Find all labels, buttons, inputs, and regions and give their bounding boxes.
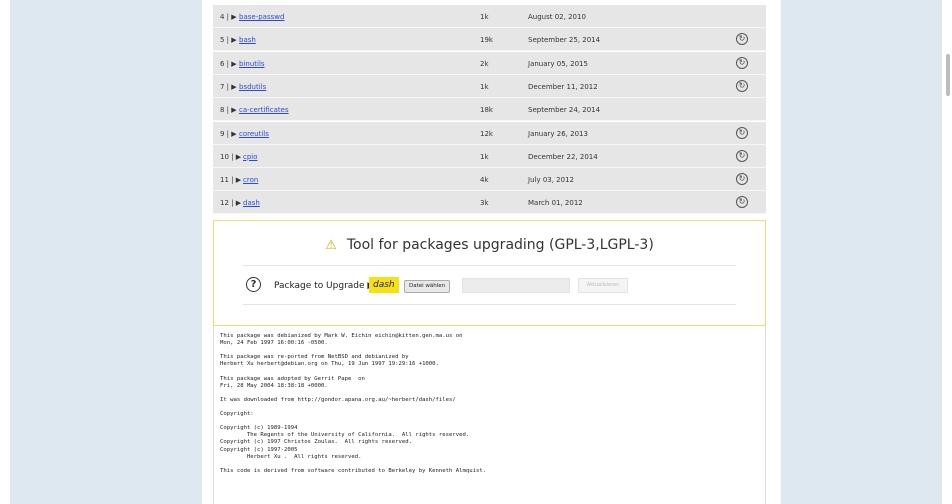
refresh-icon[interactable]: ↻ xyxy=(736,56,748,69)
package-link[interactable]: dash xyxy=(243,199,260,207)
refresh-icon[interactable]: ↻ xyxy=(736,33,748,46)
divider xyxy=(243,304,736,305)
upgrade-submit-button[interactable]: Aktualisieren xyxy=(578,278,628,293)
license-text: This package was debianized by Mark W. E… xyxy=(220,333,487,474)
package-row: 5 | ▶ bash 19k September 25, 2014 ↻ xyxy=(213,28,766,52)
package-date: September 24, 2014 xyxy=(528,106,601,115)
package-size: 19k xyxy=(480,36,493,45)
help-icon[interactable]: ? xyxy=(246,277,261,292)
package-date: January 05, 2015 xyxy=(528,59,588,68)
refresh-icon[interactable]: ↻ xyxy=(736,79,748,92)
selected-package-badge: dash xyxy=(369,277,399,293)
license-text-panel: This package was debianized by Mark W. E… xyxy=(213,326,766,504)
row-number: 10 | ▶ xyxy=(220,152,242,161)
package-link[interactable]: bsdutils xyxy=(239,83,266,91)
package-link[interactable]: ca-certificates xyxy=(239,106,289,114)
refresh-icon[interactable]: ↻ xyxy=(736,196,748,209)
package-to-upgrade-label: Package to Upgrade ▶ xyxy=(274,281,375,291)
package-size: 1k xyxy=(480,13,489,21)
tool-title-text: Tool for packages upgrading (GPL-3,LGPL-… xyxy=(346,237,654,253)
package-row: 7 | ▶ bsdutils 1k December 11, 2012 ↻ xyxy=(213,74,766,98)
package-date: July 03, 2012 xyxy=(528,176,574,185)
package-link[interactable]: coreutils xyxy=(239,130,269,138)
package-link[interactable]: binutils xyxy=(239,60,265,68)
row-number: 9 | ▶ xyxy=(220,129,237,138)
package-row: 4 | ▶ base-passwd 1k August 02, 2010 xyxy=(213,5,766,28)
package-row: 11 | ▶ cron 4k July 03, 2012 ↻ xyxy=(213,168,766,192)
right-side-panel xyxy=(781,0,942,504)
package-date: December 11, 2012 xyxy=(528,82,598,91)
package-date: September 25, 2014 xyxy=(528,36,601,45)
upgrade-tool-panel: ⚠ Tool for packages upgrading (GPL-3,LGPL… xyxy=(213,220,766,326)
package-date: December 22, 2014 xyxy=(528,152,598,161)
file-name-field[interactable] xyxy=(462,278,570,293)
package-size: 3k xyxy=(480,199,489,208)
package-row: 9 | ▶ coreutils 12k January 26, 2013 ↻ xyxy=(213,121,766,145)
package-size: 12k xyxy=(480,129,493,138)
package-size: 18k xyxy=(480,106,493,115)
row-number: 11 | ▶ xyxy=(220,176,242,185)
package-link[interactable]: bash xyxy=(239,36,256,44)
package-row: 12 | ▶ dash 3k March 01, 2012 ↻ xyxy=(213,191,766,215)
package-row: 6 | ▶ binutils 2k January 05, 2015 ↻ xyxy=(213,51,766,75)
refresh-icon[interactable]: ↻ xyxy=(736,173,748,186)
row-number: 6 | ▶ xyxy=(220,59,237,68)
row-number: 4 | ▶ xyxy=(220,13,237,21)
package-size: 2k xyxy=(480,59,489,68)
package-date: August 02, 2010 xyxy=(528,13,586,21)
row-number: 12 | ▶ xyxy=(220,199,242,208)
package-size: 1k xyxy=(480,152,489,161)
left-side-panel xyxy=(10,0,202,504)
package-date: March 01, 2012 xyxy=(528,199,583,208)
tool-title: ⚠ Tool for packages upgrading (GPL-3,LGPL… xyxy=(214,237,765,253)
package-row: 10 | ▶ cpio 1k December 22, 2014 ↻ xyxy=(213,144,766,168)
refresh-icon[interactable]: ↻ xyxy=(736,126,748,139)
divider xyxy=(243,265,736,266)
row-number: 7 | ▶ xyxy=(220,82,237,91)
refresh-icon[interactable]: ↻ xyxy=(736,149,748,162)
package-link[interactable]: cpio xyxy=(243,153,258,161)
scrollbar-thumb[interactable] xyxy=(946,54,950,96)
choose-file-button[interactable]: Datei wählen xyxy=(404,280,451,293)
package-link[interactable]: base-passwd xyxy=(239,13,284,21)
row-separator xyxy=(213,213,766,215)
package-size: 1k xyxy=(480,82,489,91)
row-number: 5 | ▶ xyxy=(220,36,237,45)
package-date: January 26, 2013 xyxy=(528,129,588,138)
row-number: 8 | ▶ xyxy=(220,106,237,115)
package-size: 4k xyxy=(480,176,489,185)
warning-icon: ⚠ xyxy=(325,238,337,253)
package-row: 8 | ▶ ca-certificates 18k September 24, 201… xyxy=(213,98,766,122)
main-content: 4 | ▶ base-passwd 1k August 02, 2010 5 | ▶ ba… xyxy=(213,0,766,504)
package-link[interactable]: cron xyxy=(243,176,258,184)
